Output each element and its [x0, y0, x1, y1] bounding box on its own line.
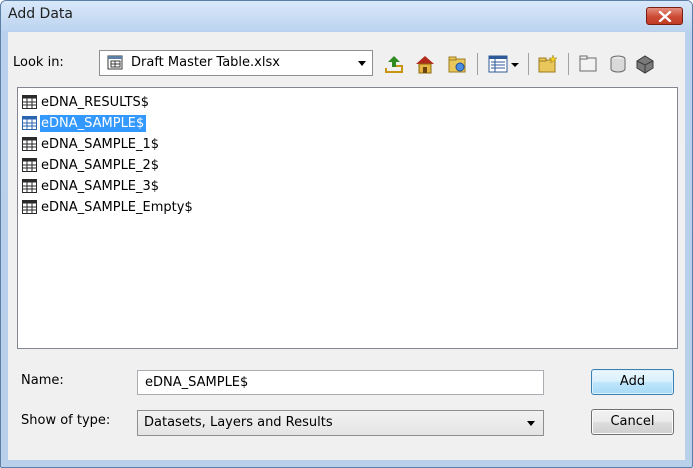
cancel-button[interactable]: Cancel	[591, 409, 674, 435]
dialog-title: Add Data	[8, 6, 73, 22]
new-folder-button[interactable]	[537, 53, 559, 75]
show-of-type-value: Datasets, Layers and Results	[144, 415, 333, 430]
catalog-button[interactable]	[607, 53, 629, 75]
up-one-level-button[interactable]	[383, 53, 405, 75]
name-label: Name:	[21, 373, 64, 388]
table-icon	[22, 137, 37, 151]
list-item[interactable]: eDNA_SAMPLE$	[22, 114, 147, 132]
show-of-type-dropdown[interactable]: Datasets, Layers and Results	[137, 410, 544, 436]
connect-folder-button[interactable]	[446, 53, 468, 75]
close-icon	[658, 11, 672, 22]
home-button[interactable]	[414, 53, 436, 75]
home-icon	[416, 56, 434, 74]
chevron-down-icon	[358, 61, 366, 66]
list-item-label: eDNA_SAMPLE_Empty$	[41, 199, 193, 215]
dataset-list[interactable]: eDNA_RESULTS$ eDNA_SAMPLE$ eDNA_SAMPLE_1…	[17, 87, 678, 349]
database-button[interactable]	[634, 53, 656, 75]
up-one-level-icon	[385, 56, 403, 73]
add-data-dialog: Add Data Look in: Draft Master Table.xls…	[0, 0, 693, 468]
table-icon	[22, 95, 37, 109]
new-item-button[interactable]	[577, 53, 599, 75]
add-button[interactable]: Add	[591, 369, 674, 395]
close-button[interactable]	[646, 7, 683, 25]
table-icon	[22, 116, 37, 130]
catalog-icon	[610, 55, 626, 73]
show-of-type-label: Show of type:	[21, 413, 111, 428]
workbook-icon	[107, 55, 123, 70]
table-icon	[22, 158, 37, 172]
list-item[interactable]: eDNA_SAMPLE_Empty$	[22, 198, 195, 216]
view-dropdown-icon	[511, 63, 519, 67]
look-in-dropdown[interactable]: Draft Master Table.xlsx	[99, 50, 373, 76]
table-icon	[22, 200, 37, 214]
title-bar[interactable]: Add Data	[1, 1, 692, 31]
list-item-label: eDNA_RESULTS$	[41, 94, 150, 110]
connect-folder-icon	[448, 56, 466, 73]
toolbar-separator	[528, 53, 529, 75]
name-input[interactable]	[137, 370, 544, 395]
list-item-label: eDNA_SAMPLE_1$	[41, 136, 160, 152]
list-item[interactable]: eDNA_SAMPLE_2$	[22, 156, 161, 174]
view-details-icon	[488, 55, 508, 73]
look-in-value: Draft Master Table.xlsx	[131, 55, 280, 70]
toolbar-separator	[477, 53, 478, 75]
table-icon	[22, 179, 37, 193]
new-item-icon	[579, 55, 597, 72]
list-item-label: eDNA_SAMPLE_2$	[41, 157, 160, 173]
chevron-down-icon	[527, 421, 535, 426]
view-dropdown-button[interactable]	[509, 53, 521, 75]
toolbar-separator	[568, 53, 569, 75]
view-details-button[interactable]	[487, 53, 509, 75]
list-item[interactable]: eDNA_RESULTS$	[22, 93, 151, 111]
database-icon	[636, 55, 654, 74]
list-item[interactable]: eDNA_SAMPLE_3$	[22, 177, 161, 195]
new-folder-icon	[538, 54, 558, 73]
list-item[interactable]: eDNA_SAMPLE_1$	[22, 135, 161, 153]
list-item-label: eDNA_SAMPLE_3$	[41, 178, 160, 194]
look-in-label: Look in:	[13, 55, 64, 70]
list-item-label: eDNA_SAMPLE$	[40, 114, 147, 132]
